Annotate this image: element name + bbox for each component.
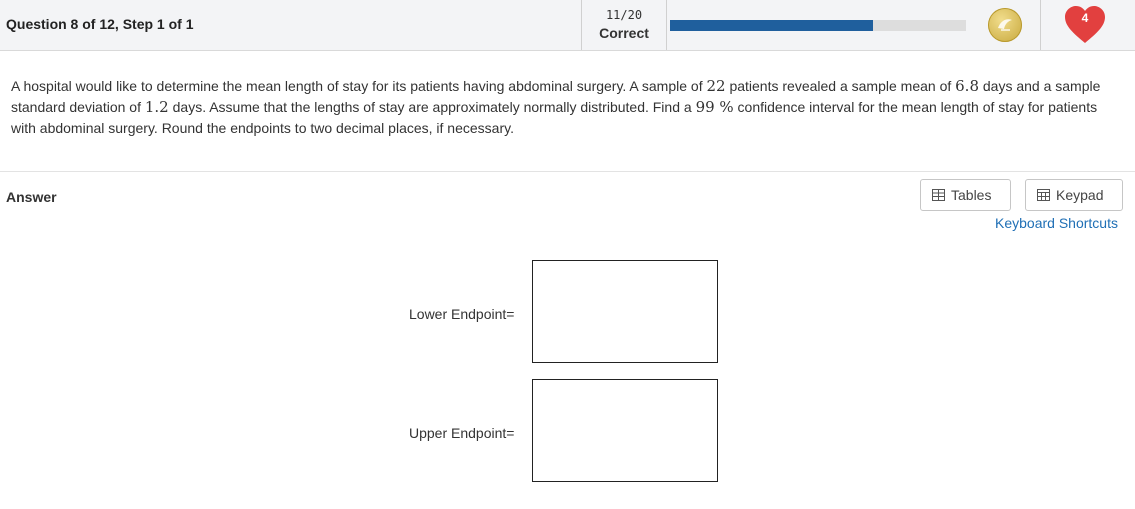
question-text-part: A hospital would like to determine the m… xyxy=(11,78,707,94)
question-text: A hospital would like to determine the m… xyxy=(11,76,1111,139)
hearts-count: 4 xyxy=(1081,11,1089,25)
calculator-icon xyxy=(1037,189,1050,201)
confidence-level: 99 % xyxy=(695,98,734,116)
progress-bar xyxy=(670,20,966,31)
keypad-button[interactable]: Keypad xyxy=(1025,179,1123,211)
section-divider xyxy=(0,171,1135,172)
progress-bar-fill xyxy=(670,20,874,31)
trophy-badge-icon[interactable] xyxy=(988,8,1022,42)
answer-heading: Answer xyxy=(6,189,57,205)
keyboard-shortcuts-link[interactable]: Keyboard Shortcuts xyxy=(995,215,1118,231)
question-label: Question 8 of 12, Step 1 of 1 xyxy=(6,16,194,32)
lower-endpoint-input[interactable] xyxy=(532,260,718,363)
upper-endpoint-input[interactable] xyxy=(532,379,718,482)
tables-button-label: Tables xyxy=(951,187,992,203)
question-text-part: patients revealed a sample mean of xyxy=(725,78,956,94)
hearts-box: 4 xyxy=(1040,0,1135,50)
question-text-part: days. Assume that the lengths of stay ar… xyxy=(168,99,696,115)
score-status: Correct xyxy=(599,25,649,41)
upper-endpoint-label: Upper Endpoint= xyxy=(409,425,515,441)
score-box: 11/20 Correct xyxy=(581,0,667,50)
tables-button[interactable]: Tables xyxy=(920,179,1011,211)
table-grid-icon xyxy=(932,189,945,201)
sample-sd: 1.2 xyxy=(144,98,169,116)
sample-mean: 6.8 xyxy=(955,77,979,95)
score-fraction: 11/20 xyxy=(605,8,643,22)
keypad-button-label: Keypad xyxy=(1056,187,1104,203)
sample-size: 22 xyxy=(706,77,726,95)
lower-endpoint-label: Lower Endpoint= xyxy=(409,306,515,322)
question-header: Question 8 of 12, Step 1 of 1 11/20 Corr… xyxy=(0,0,1135,51)
